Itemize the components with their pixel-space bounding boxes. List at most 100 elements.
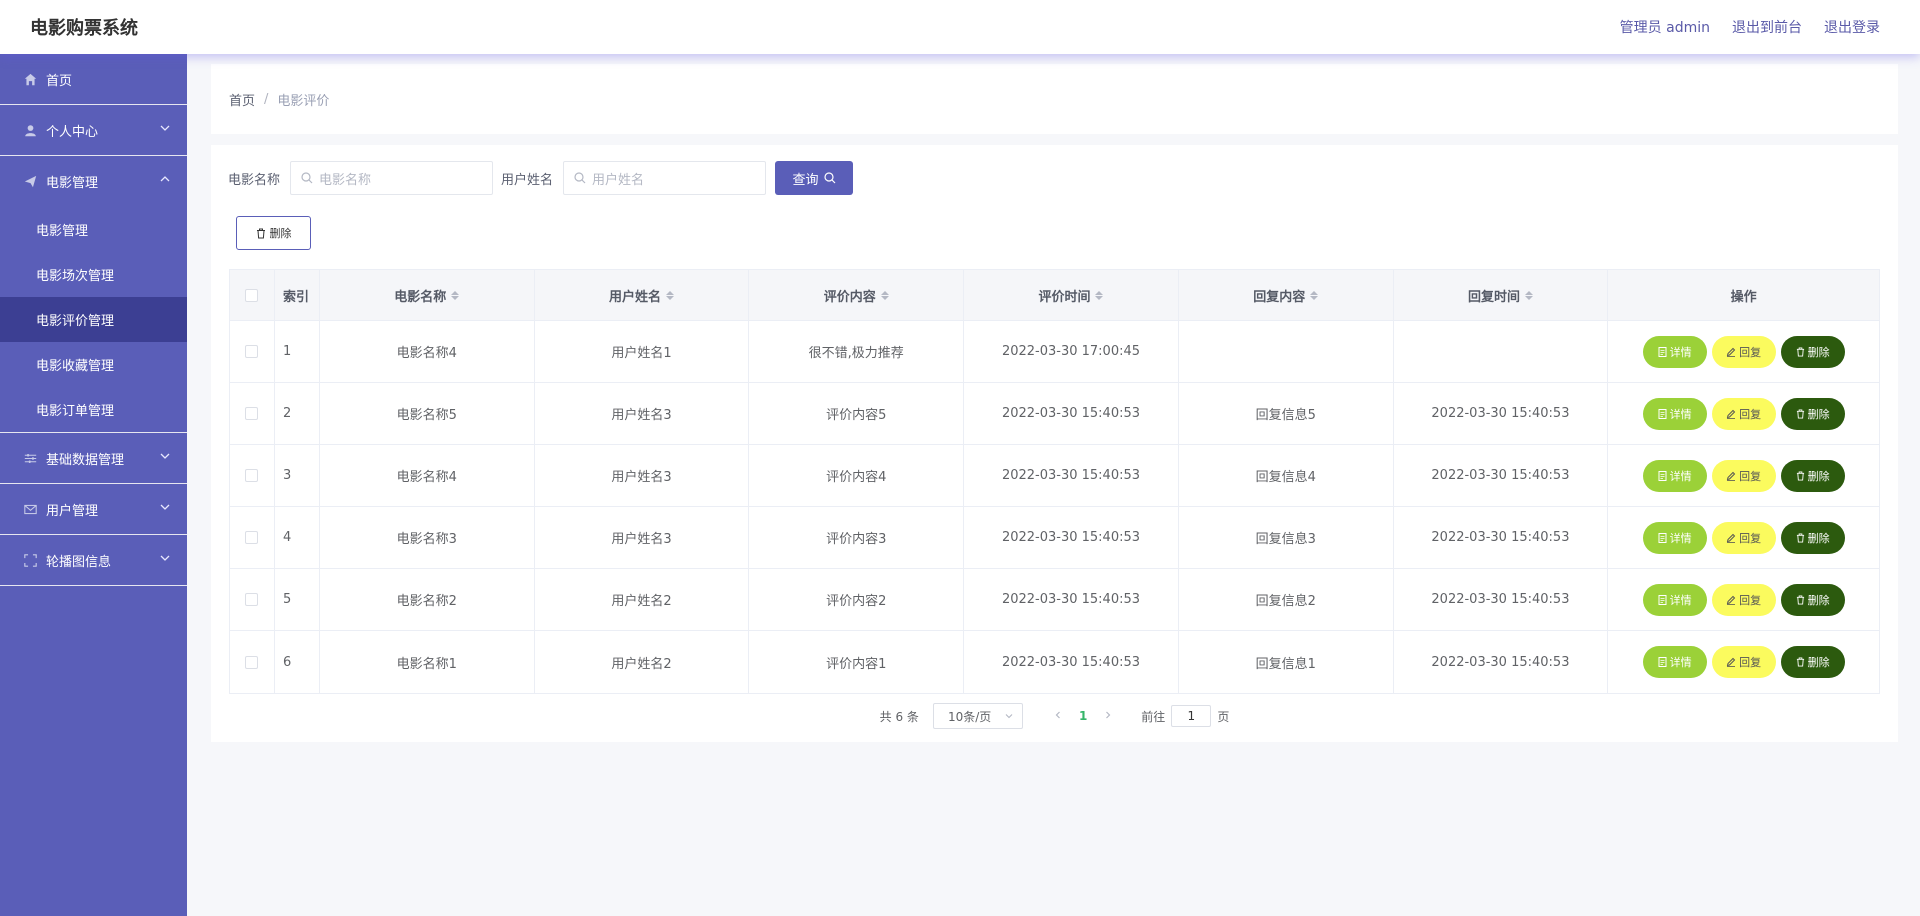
- sliders-icon: [22, 450, 38, 466]
- reply-button[interactable]: 回复: [1711, 521, 1776, 554]
- search-icon: [301, 172, 313, 184]
- detail-button-label: 详情: [1669, 469, 1692, 483]
- sort-icon[interactable]: [1524, 290, 1533, 300]
- delete-button[interactable]: 删除: [1780, 583, 1845, 616]
- sort-icon[interactable]: [666, 290, 675, 300]
- header-review-content[interactable]: 评价内容: [749, 270, 965, 320]
- logout-link[interactable]: 退出登录: [1824, 17, 1880, 37]
- search-icon: [823, 172, 835, 184]
- sidebar-item-label: 基础数据管理: [46, 452, 125, 468]
- reply-button-label: 回复: [1739, 656, 1762, 669]
- sidebar-item-user-management[interactable]: 用户管理: [0, 484, 187, 535]
- reply-button[interactable]: 回复: [1711, 583, 1776, 616]
- header-reply-content[interactable]: 回复内容: [1179, 270, 1394, 320]
- row-checkbox[interactable]: [245, 531, 259, 544]
- page-number-current[interactable]: 1: [1079, 709, 1087, 723]
- reply-button-label: 回复: [1739, 469, 1762, 483]
- delete-button[interactable]: 删除: [1780, 397, 1845, 430]
- chevron-down-icon: [159, 501, 171, 513]
- fullscreen-icon: [22, 552, 38, 568]
- sidebar-item-profile[interactable]: 个人中心: [0, 105, 187, 156]
- exit-to-front-link[interactable]: 退出到前台: [1732, 17, 1802, 37]
- submenu-item-movie[interactable]: 电影管理: [0, 207, 187, 252]
- table-body: 1 电影名称4 用户姓名1 很不错,极力推荐 2022-03-30 17:00:45 详情…: [230, 321, 1879, 693]
- detail-button[interactable]: 详情: [1642, 397, 1707, 430]
- delete-button[interactable]: 删除: [1780, 521, 1845, 554]
- sidebar-item-label: 用户管理: [46, 503, 99, 519]
- cell-text: 6: [282, 654, 292, 670]
- user-name-input[interactable]: 用户姓名: [563, 161, 767, 195]
- row-checkbox[interactable]: [245, 407, 259, 420]
- breadcrumb-home[interactable]: 首页: [229, 90, 255, 109]
- batch-delete-button[interactable]: 删除: [236, 216, 311, 250]
- header-movie-name[interactable]: 电影名称: [320, 270, 535, 320]
- submenu-item-favorite[interactable]: 电影收藏管理: [0, 342, 187, 387]
- delete-button[interactable]: 删除: [1780, 646, 1845, 678]
- row-checkbox[interactable]: [245, 345, 259, 358]
- cell-review-time: 2022-03-30 17:00:45: [964, 321, 1179, 382]
- header-user-name[interactable]: 用户姓名: [535, 270, 750, 320]
- chevron-left-icon: [1055, 711, 1060, 719]
- cell-reply-time: 2022-03-30 15:40:53: [1394, 507, 1609, 568]
- cell-reply-time: 2022-03-30 15:40:53: [1394, 569, 1609, 630]
- row-checkbox[interactable]: [245, 469, 259, 482]
- detail-button[interactable]: 详情: [1642, 583, 1707, 616]
- row-select-cell: [230, 631, 275, 693]
- sort-icon[interactable]: [1310, 290, 1319, 300]
- cell-text: 2022-03-30 15:40:53: [1431, 654, 1570, 670]
- cell-reply-time: [1394, 321, 1609, 382]
- goto-page-input[interactable]: 1: [1171, 705, 1212, 727]
- cell-actions: 详情 回复 删除: [1608, 569, 1879, 630]
- row-checkbox[interactable]: [245, 655, 259, 669]
- reply-button[interactable]: 回复: [1711, 459, 1776, 492]
- query-button[interactable]: 查询: [775, 161, 854, 195]
- row-select-cell: [230, 445, 275, 506]
- row-select-cell: [230, 321, 275, 382]
- chevron-up-icon: [159, 173, 171, 185]
- send-icon: [22, 174, 38, 190]
- reply-button-label: 回复: [1739, 407, 1762, 421]
- trash-icon: [256, 228, 265, 238]
- page-size-select[interactable]: 10条/页: [932, 703, 1023, 729]
- cell-review-time: 2022-03-30 15:40:53: [964, 445, 1179, 506]
- prev-page-button[interactable]: [1053, 709, 1063, 723]
- detail-button[interactable]: 详情: [1642, 335, 1707, 368]
- cell-reply-content: 回复信息4: [1179, 445, 1394, 506]
- sort-icon[interactable]: [1095, 290, 1104, 300]
- delete-button[interactable]: 删除: [1780, 459, 1845, 492]
- delete-button[interactable]: 删除: [1780, 335, 1845, 368]
- header-reply-time[interactable]: 回复时间: [1394, 270, 1609, 320]
- select-all-checkbox[interactable]: [245, 288, 259, 302]
- cell-text: 2: [282, 406, 292, 421]
- detail-button[interactable]: 详情: [1642, 521, 1707, 554]
- document-icon: [1658, 346, 1667, 357]
- submenu-item-session[interactable]: 电影场次管理: [0, 252, 187, 297]
- sidebar-item-carousel[interactable]: 轮播图信息: [0, 535, 187, 586]
- submenu-item-review[interactable]: 电影评价管理: [0, 297, 187, 342]
- cell-review-time: 2022-03-30 15:40:53: [964, 569, 1179, 630]
- admin-user-link[interactable]: 管理员 admin: [1620, 17, 1710, 37]
- movie-name-input[interactable]: 电影名称: [290, 161, 494, 195]
- row-checkbox[interactable]: [245, 593, 259, 606]
- header-review-time[interactable]: 评价时间: [964, 270, 1179, 320]
- sort-icon[interactable]: [451, 290, 460, 300]
- cell-review-content: 评价内容3: [749, 507, 965, 568]
- sort-icon[interactable]: [880, 290, 889, 300]
- sidebar-item-basic-data[interactable]: 基础数据管理: [0, 433, 187, 484]
- table-row: 2 电影名称5 用户姓名3 评价内容5 2022-03-30 15:40:53 回复信息5…: [230, 383, 1879, 445]
- cell-user-name: 用户姓名3: [535, 507, 750, 568]
- reply-button[interactable]: 回复: [1711, 646, 1776, 678]
- cell-text: 用户姓名1: [611, 346, 672, 361]
- cell-review-time: 2022-03-30 15:40:53: [964, 507, 1179, 568]
- reply-button[interactable]: 回复: [1711, 335, 1776, 368]
- reply-button[interactable]: 回复: [1711, 397, 1776, 430]
- detail-button[interactable]: 详情: [1642, 646, 1707, 678]
- goto-page: 前往 1 页: [1141, 705, 1229, 727]
- movie-name-label: 电影名称: [228, 172, 281, 188]
- edit-icon: [1726, 409, 1736, 419]
- submenu-item-order[interactable]: 电影订单管理: [0, 387, 187, 432]
- next-page-button[interactable]: [1103, 709, 1113, 723]
- sidebar-item-home[interactable]: 首页: [0, 54, 187, 105]
- sidebar-item-movie-management[interactable]: 电影管理: [0, 156, 187, 207]
- detail-button[interactable]: 详情: [1642, 459, 1707, 492]
